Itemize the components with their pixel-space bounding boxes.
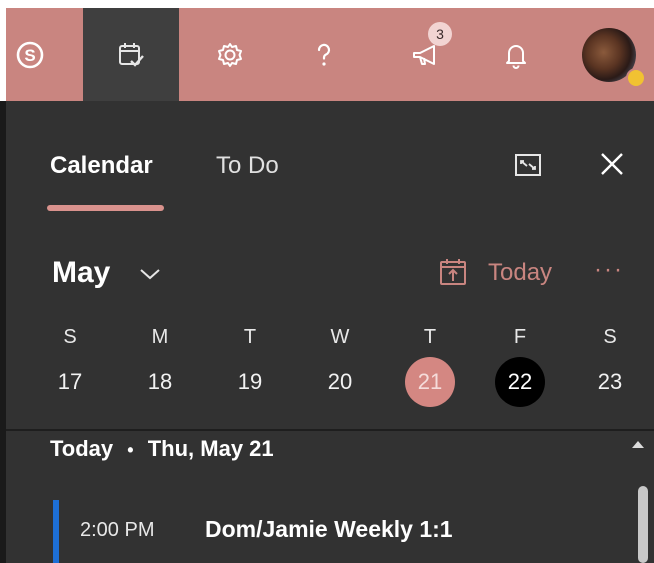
event-time: 2:00 PM [80, 519, 155, 541]
weekday-label: S [63, 326, 77, 348]
scrollbar-thumb[interactable] [638, 486, 648, 563]
calendar-day[interactable]: 23 [585, 357, 635, 407]
weekday-label: M [151, 326, 169, 348]
scroll-up-arrow[interactable] [632, 441, 644, 448]
settings-button[interactable] [200, 8, 260, 101]
calendar-check-icon [119, 42, 144, 67]
more-options-button[interactable]: ··· [594, 256, 624, 284]
presence-status-badge [626, 68, 646, 88]
calendar-day[interactable]: 19 [225, 357, 275, 407]
calendar-day[interactable]: 17 [45, 357, 95, 407]
event-color-bar [53, 500, 59, 563]
agenda-heading-label: Today [50, 436, 114, 461]
help-button[interactable] [294, 8, 354, 101]
chevron-down-icon [140, 269, 160, 280]
my-day-button[interactable] [83, 8, 179, 101]
agenda-separator: • [127, 440, 134, 460]
svg-text:S: S [24, 46, 35, 65]
calendar-day-selected[interactable]: 21 [405, 357, 455, 407]
selected-tab-indicator [47, 205, 164, 211]
divider [6, 429, 654, 431]
top-bar: S 3 [6, 8, 654, 101]
whats-new-button[interactable]: 3 [396, 8, 456, 101]
weekday-label: F [513, 326, 527, 348]
weekday-label: T [423, 326, 437, 348]
bell-icon [506, 44, 526, 69]
weekday-label: W [330, 326, 350, 348]
pop-out-button[interactable] [510, 147, 546, 183]
close-icon [601, 153, 623, 175]
skype-button[interactable]: S [6, 8, 54, 101]
weekday-label: S [603, 326, 617, 348]
today-label: Today [488, 259, 553, 286]
close-button[interactable] [594, 146, 630, 182]
skype-icon: S [16, 41, 44, 68]
tab-calendar[interactable]: Calendar [50, 152, 153, 180]
weekday-label: T [243, 326, 257, 348]
notification-count-badge: 3 [428, 22, 452, 46]
event-title: Dom/Jamie Weekly 1:1 [205, 516, 453, 542]
tab-to-do[interactable]: To Do [216, 152, 279, 180]
calendar-day[interactable]: 18 [135, 357, 185, 407]
agenda-heading: Today • Thu, May 21 [50, 436, 274, 462]
month-label: May [52, 256, 111, 289]
gear-icon [218, 42, 242, 67]
question-mark-icon [317, 43, 331, 66]
expand-icon [515, 154, 541, 176]
calendar-day[interactable]: 20 [315, 357, 365, 407]
notifications-button[interactable] [486, 8, 546, 101]
calendar-today-icon [440, 259, 466, 285]
calendar-day-current[interactable]: 22 [495, 357, 545, 407]
agenda-date: Thu, May 21 [147, 436, 274, 461]
